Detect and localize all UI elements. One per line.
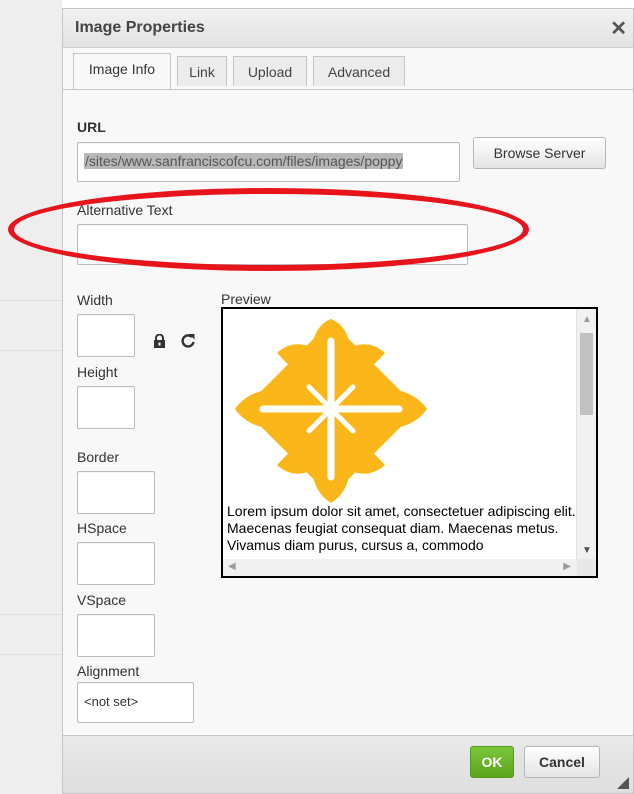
url-field[interactable]: /sites/www.sanfranciscofcu.com/files/ima… — [77, 142, 460, 182]
background-page — [0, 0, 62, 794]
background-divider — [0, 614, 62, 615]
alignment-value: <not set> — [84, 694, 139, 709]
dialog-titlebar[interactable]: Image Properties ✕ — [63, 9, 633, 48]
background-divider — [0, 300, 62, 301]
hspace-label: HSpace — [77, 520, 127, 536]
preview-horizontal-scrollbar[interactable]: ◀ ▶ — [223, 559, 577, 576]
height-field[interactable] — [77, 386, 135, 429]
scroll-thumb[interactable] — [580, 333, 593, 415]
reset-size-icon[interactable] — [181, 333, 195, 348]
image-properties-dialog: Image Properties ✕ Image Info Link Uploa… — [62, 8, 634, 794]
lock-icon[interactable] — [153, 333, 166, 348]
background-divider — [0, 350, 62, 351]
width-label: Width — [77, 292, 113, 308]
url-label: URL — [77, 119, 106, 135]
preview-label: Preview — [221, 291, 271, 307]
preview-panel: Lorem ipsum dolor sit amet, consectetuer… — [221, 307, 598, 578]
tab-image-info[interactable]: Image Info — [73, 53, 171, 90]
height-label: Height — [77, 364, 118, 380]
resize-handle-icon[interactable] — [617, 777, 629, 789]
vspace-field[interactable] — [77, 614, 155, 657]
scroll-up-icon[interactable]: ▲ — [582, 314, 592, 325]
url-value: /sites/www.sanfranciscofcu.com/files/ima… — [84, 153, 404, 169]
vspace-label: VSpace — [77, 592, 127, 608]
dialog-title: Image Properties — [75, 19, 205, 36]
browse-server-button[interactable]: Browse Server — [473, 137, 606, 169]
width-field[interactable] — [77, 314, 135, 357]
scroll-down-icon[interactable]: ▼ — [582, 545, 592, 556]
tab-link[interactable]: Link — [177, 56, 227, 86]
alt-text-field[interactable] — [77, 224, 468, 265]
cancel-button[interactable]: Cancel — [524, 746, 600, 778]
dialog-footer: OK Cancel — [63, 735, 633, 793]
scroll-left-icon[interactable]: ◀ — [228, 561, 236, 572]
scroll-right-icon[interactable]: ▶ — [563, 561, 571, 572]
background-divider — [0, 654, 62, 655]
tab-upload[interactable]: Upload — [233, 56, 307, 86]
tab-divider — [63, 89, 633, 90]
preview-vertical-scrollbar[interactable]: ▲ ▼ — [576, 309, 596, 559]
close-icon[interactable]: ✕ — [610, 16, 627, 41]
scrollbar-corner — [577, 559, 596, 576]
hspace-field[interactable] — [77, 542, 155, 585]
border-field[interactable] — [77, 471, 155, 514]
alignment-label: Alignment — [77, 663, 140, 679]
preview-sample-text: Lorem ipsum dolor sit amet, consectetuer… — [227, 503, 576, 553]
border-label: Border — [77, 449, 120, 465]
tab-advanced[interactable]: Advanced — [313, 56, 405, 86]
poppy-flower-logo — [229, 313, 433, 509]
alt-text-label: Alternative Text — [77, 202, 173, 218]
ok-button[interactable]: OK — [470, 746, 514, 778]
alignment-select[interactable]: <not set> — [77, 682, 194, 723]
